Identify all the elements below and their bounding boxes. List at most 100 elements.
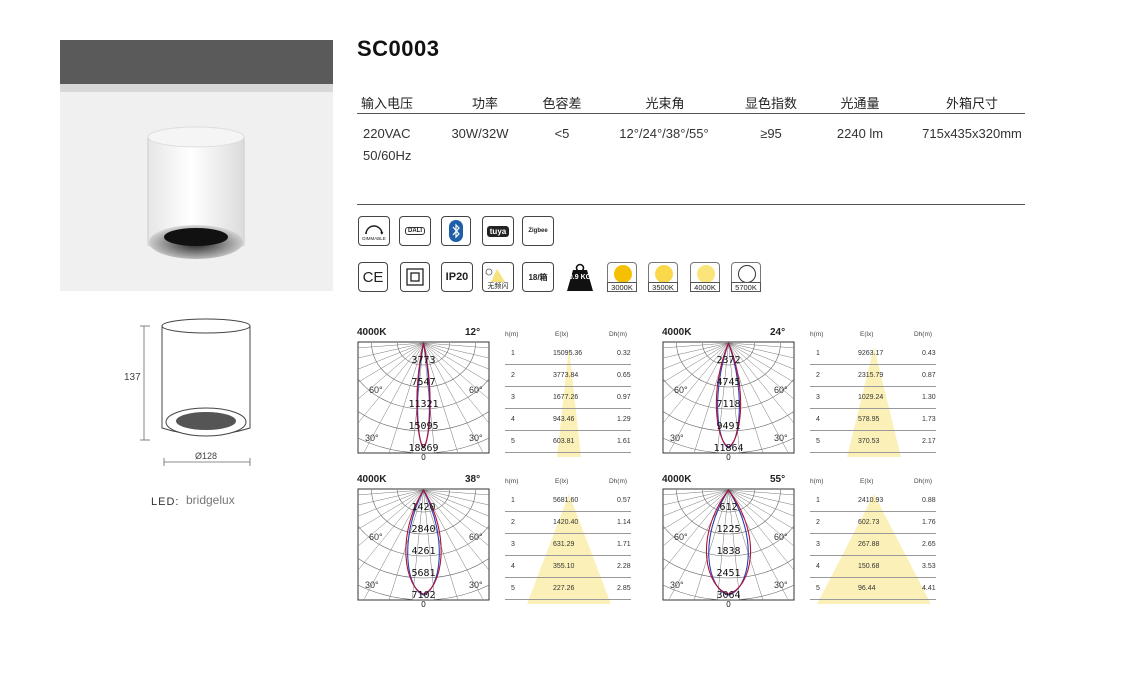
photometric-angle: 38° — [465, 474, 481, 485]
angle-label: 30° — [469, 580, 483, 590]
table-cell: 602.73 — [858, 519, 880, 526]
no-flicker-icon: 无频闪 — [482, 262, 514, 292]
table-row: 1 2410.93 0.88 — [810, 490, 936, 512]
spec-value-flux: 2240 lm — [836, 126, 884, 141]
table-cell: 0.87 — [922, 372, 936, 379]
table-cell: 1 — [511, 497, 515, 504]
photometric-cct: 4000K — [357, 327, 387, 338]
table-cell: 1420.40 — [553, 519, 579, 526]
spec-header-voltage: 输入电压 — [360, 96, 413, 111]
table-cell: 1.30 — [922, 394, 936, 401]
angle-label: 60° — [774, 532, 788, 542]
angle-label: 30° — [670, 580, 684, 590]
cct-3500k-dot — [655, 265, 673, 283]
spec-divider-bottom — [357, 204, 1025, 205]
table-row: 4 578.95 1.73 — [810, 409, 936, 431]
table-row: 3 1029.24 1.30 — [810, 387, 936, 409]
table-row: 4 150.68 3.53 — [810, 556, 936, 578]
table-row: 4 943.46 1.29 — [505, 409, 631, 431]
table-cell: 267.88 — [858, 541, 880, 548]
table-cell: 2.17 — [922, 438, 936, 445]
table-cell: 5 — [511, 585, 515, 592]
ring-label: 11321 — [408, 399, 438, 410]
photometric-angle: 55° — [770, 474, 786, 485]
table-cell: 3 — [816, 394, 820, 401]
angle-label: 60° — [469, 385, 483, 395]
cct-4000k-dot — [697, 265, 715, 283]
polar-distribution-chart: 3773754711321150951886960° 60°30° 30°0 — [357, 341, 490, 462]
cct-5700k-dot — [738, 265, 756, 283]
table-cell: 0.43 — [922, 350, 936, 357]
spec-header-power: 功率 — [471, 96, 498, 111]
spec-header-color-tolerance: 色容差 — [542, 96, 582, 111]
table-row: 5 603.81 1.61 — [505, 431, 631, 453]
angle-label: 30° — [365, 433, 379, 443]
table-cell: 370.53 — [858, 438, 880, 445]
table-row: 2 2315.79 0.87 — [810, 365, 936, 387]
table-cell: 2315.79 — [858, 372, 884, 379]
diameter-dimension: Ø128 — [195, 451, 218, 461]
table-row: 5 370.53 2.17 — [810, 431, 936, 453]
angle-label: 30° — [365, 580, 379, 590]
zero-angle-label: 0 — [726, 600, 731, 609]
table-cell: 3 — [511, 394, 515, 401]
table-cell: 0.57 — [617, 497, 631, 504]
illuminance-table: h(m) E(lx) Dh(m) 1 5681.60 0.57 2 1420.40 1.14 3 6… — [505, 478, 633, 604]
zero-angle-label: 0 — [421, 453, 426, 462]
weight-icon: 0.9 KG — [564, 262, 596, 292]
led-label: LED: — [151, 496, 180, 508]
table-row: 3 1677.26 0.97 — [505, 387, 631, 409]
ring-label: 2372 — [716, 355, 740, 366]
table-header: h(m) — [810, 478, 824, 485]
table-cell: 1.71 — [617, 541, 631, 548]
table-row: 2 602.73 1.76 — [810, 512, 936, 534]
table-row: 3 631.29 1.71 — [505, 534, 631, 556]
cct-3000k-dot — [614, 265, 632, 283]
photometric-angle: 12° — [465, 327, 481, 338]
ce-icon: CE — [358, 262, 388, 292]
table-cell: 5 — [816, 585, 820, 592]
ring-label: 4745 — [716, 377, 740, 388]
dimmable-icon: - + DIMMABLE — [358, 216, 390, 246]
table-cell: 150.68 — [858, 563, 880, 570]
angle-label: 60° — [774, 385, 788, 395]
table-cell: 0.97 — [617, 394, 631, 401]
product-photo — [60, 40, 333, 291]
cct-3500k-label: 3500K — [648, 282, 678, 292]
table-cell: 2.28 — [617, 563, 631, 570]
table-cell: 0.88 — [922, 497, 936, 504]
table-cell: 1 — [511, 350, 515, 357]
table-cell: 943.46 — [553, 416, 575, 423]
table-cell: 0.32 — [617, 350, 631, 357]
cct-3000k-label: 3000K — [607, 282, 637, 292]
table-cell: 227.26 — [553, 585, 575, 592]
photometric-cct: 4000K — [662, 327, 692, 338]
table-header: E(lx) — [555, 331, 569, 338]
table-header: h(m) — [505, 331, 519, 338]
table-row: 2 3773.84 0.65 — [505, 365, 631, 387]
table-cell: 2.85 — [617, 585, 631, 592]
spec-value-voltage: 220VAC — [363, 126, 411, 141]
downlight-image — [147, 126, 245, 259]
table-cell: 4 — [511, 563, 515, 570]
spec-value-power: 30W/32W — [451, 126, 509, 141]
cct-4000k-label: 4000K — [690, 282, 720, 292]
spec-value-frequency: 50/60Hz — [363, 148, 412, 163]
table-cell: 1677.26 — [553, 394, 579, 401]
table-header: Dh(m) — [914, 331, 933, 338]
ring-label: 15095 — [408, 421, 438, 432]
ring-label: 9491 — [716, 421, 740, 432]
ring-label: 7547 — [411, 377, 435, 388]
ring-label: 612 — [719, 502, 737, 513]
table-cell: 4 — [511, 416, 515, 423]
angle-label: 30° — [469, 433, 483, 443]
table-header: Dh(m) — [609, 331, 628, 338]
cct-4000k-swatch: 4000K — [690, 262, 720, 292]
table-cell: 631.29 — [553, 541, 575, 548]
dali-icon: DALI — [399, 216, 431, 246]
cct-5700k-swatch: 5700K — [731, 262, 761, 292]
ring-label: 1225 — [716, 524, 740, 535]
table-cell: 2 — [511, 519, 515, 526]
table-row: 1 9263.17 0.43 — [810, 343, 936, 365]
table-cell: 1.73 — [922, 416, 936, 423]
